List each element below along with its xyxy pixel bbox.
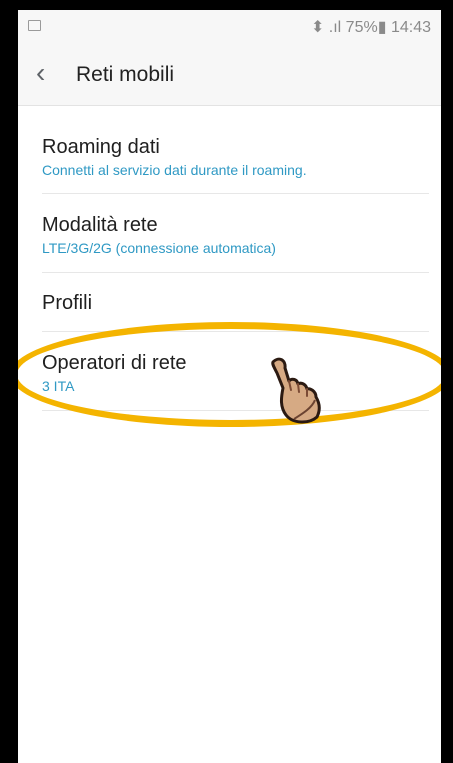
divider <box>42 193 429 194</box>
setting-profili[interactable]: Profili <box>42 292 435 315</box>
setting-subtitle: Connetti al servizio dati durante il roa… <box>42 162 307 178</box>
chevron-left-icon[interactable]: ‹ <box>36 59 45 87</box>
status-bar: ⬍ .ıl 75%▮ 14:43 <box>18 10 441 45</box>
setting-title: Modalità rete <box>42 214 158 236</box>
app-bar: ‹ Reti mobili <box>18 45 441 106</box>
phone-screen: ⬍ .ıl 75%▮ 14:43 ‹ Reti mobili Roaming d… <box>0 0 453 763</box>
image-notification-icon <box>28 20 41 31</box>
setting-modalita-rete[interactable]: Modalità rete LTE/3G/2G (connessione aut… <box>42 214 435 256</box>
highlight-ellipse <box>18 322 441 427</box>
settings-list: Roaming dati Connetti al servizio dati d… <box>18 106 441 763</box>
hand-pointer-icon <box>271 357 321 424</box>
setting-title: Roaming dati <box>42 136 160 158</box>
divider <box>42 272 429 273</box>
setting-subtitle: LTE/3G/2G (connessione automatica) <box>42 240 276 256</box>
setting-roaming-dati[interactable]: Roaming dati Connetti al servizio dati d… <box>42 136 435 178</box>
status-right-text: ⬍ .ıl 75%▮ 14:43 <box>310 19 431 36</box>
setting-title: Profili <box>42 292 93 314</box>
page-title: Reti mobili <box>76 63 175 86</box>
